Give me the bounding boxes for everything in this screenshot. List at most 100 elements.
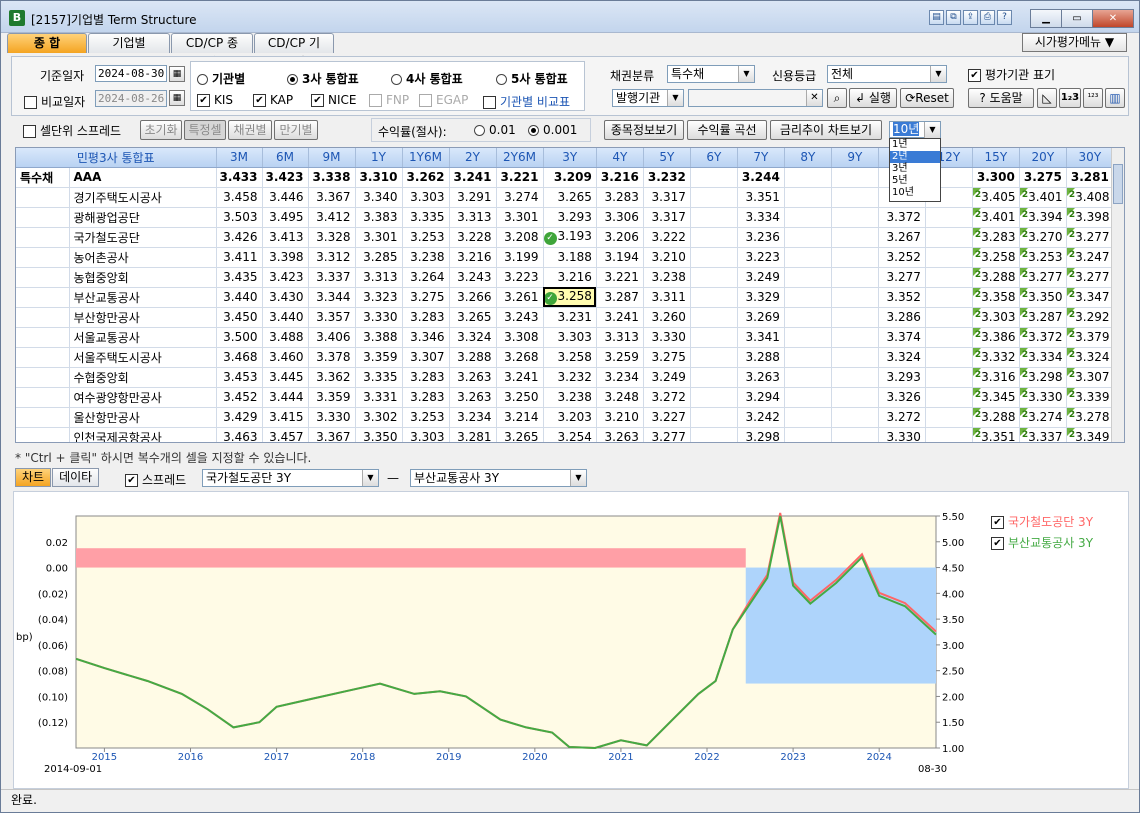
period-option[interactable]: 2년 [890, 151, 940, 163]
grid-cell[interactable]: 3.310 [355, 167, 403, 188]
grid-cell[interactable]: 3.243 [496, 307, 544, 328]
series-b-select[interactable]: 부산교통공사 3Y ▼ [410, 469, 587, 487]
grid-cell[interactable]: 3.221 [496, 167, 544, 188]
grid-cell[interactable]: 3.294 [737, 387, 785, 408]
grid-cell[interactable] [831, 247, 879, 268]
grid-cell[interactable]: 3.283 [596, 187, 644, 208]
tab-cdcp-summary[interactable]: CD/CP 종합 [171, 33, 253, 69]
grid-cell[interactable] [784, 407, 832, 428]
grid-cell[interactable]: 3.293 [543, 207, 597, 228]
grid-cell[interactable] [925, 227, 973, 248]
grid-cell[interactable]: 3.227 [643, 407, 691, 428]
export-icon[interactable]: ⇪ [963, 10, 978, 25]
grid-cell[interactable]: 3.291 [449, 187, 497, 208]
grid-cell[interactable]: 3.275 [402, 287, 450, 308]
compare-date-input[interactable]: 2024-08-26 [95, 90, 167, 107]
row-issuer-name[interactable]: 부산교통공사 [69, 287, 217, 308]
grid-cell[interactable]: 3.216 [543, 267, 597, 288]
grid-cell[interactable]: 3.259 [596, 347, 644, 368]
calendar-icon[interactable]: ▦ [169, 90, 185, 106]
grid-cell[interactable]: 3.378 [308, 347, 356, 368]
legend-item-b[interactable]: ✔ 부산교통공사 3Y [991, 534, 1093, 551]
cell-spread-check[interactable]: 셀단위 스프레드 [23, 122, 121, 139]
grid-cell[interactable] [690, 167, 738, 188]
yield-curve-button[interactable]: 수익률 곡선 [687, 120, 767, 140]
grid-cell[interactable]: 3.302 [355, 407, 403, 428]
grid-cell[interactable]: 2 3.330 [1019, 387, 1067, 408]
grid-cell[interactable]: 2 3.277 [1066, 227, 1114, 248]
grid-cell[interactable]: 3.223 [496, 267, 544, 288]
grid-header-7y[interactable]: 7Y [737, 148, 785, 168]
grid-cell[interactable]: 3.203 [543, 407, 597, 428]
grid-cell[interactable]: 3.263 [596, 427, 644, 442]
radio-5-agency[interactable]: 5사 통합표 [496, 70, 568, 87]
grid-cell[interactable]: 3.214 [496, 407, 544, 428]
grid-cell[interactable]: 3.313 [449, 207, 497, 228]
row-issuer-name[interactable]: 수협중앙회 [69, 367, 217, 388]
grid-cell[interactable]: 3.285 [355, 247, 403, 268]
chart-type-icon[interactable]: ¹²³ [1083, 88, 1103, 108]
copy-icon[interactable]: ⧉ [946, 10, 961, 25]
grid-cell[interactable]: 3.262 [402, 167, 450, 188]
grid-cell[interactable]: 3.234 [596, 367, 644, 388]
grid-cell[interactable]: 3.263 [449, 367, 497, 388]
grid-cell[interactable] [690, 427, 738, 442]
grid-cell[interactable]: 3.308 [496, 327, 544, 348]
clear-icon[interactable]: ✕ [806, 90, 822, 106]
grid-cell[interactable]: 3.346 [402, 327, 450, 348]
table-row[interactable]: 수협중앙회 3.453 3.445 3.362 3.335 3.283 3.263 3.241… [16, 367, 1114, 388]
grid-cell[interactable] [925, 367, 973, 388]
grid-cell[interactable]: 3.241 [449, 167, 497, 188]
grid-cell[interactable]: 3.341 [737, 327, 785, 348]
table-row[interactable]: 부산교통공사 3.440 3.430 3.344 3.323 3.275 3.266 3.26… [16, 287, 1114, 308]
grid-cell[interactable]: 2 3.350 [1019, 287, 1067, 308]
grid-cell[interactable]: 3.244 [737, 167, 785, 188]
grid-cell[interactable] [690, 227, 738, 248]
base-date-input[interactable]: 2024-08-30 [95, 65, 167, 82]
check-nice[interactable]: ✔ NICE [311, 93, 356, 107]
grid-cell[interactable]: 3.222 [643, 227, 691, 248]
row-issuer-name[interactable]: AAA [69, 167, 217, 188]
grid-cell[interactable]: 3.351 [737, 187, 785, 208]
grid-cell[interactable]: 3.429 [216, 407, 263, 428]
table-row[interactable]: 부산항만공사 3.450 3.440 3.357 3.330 3.283 3.265 3.24… [16, 307, 1114, 328]
grid-cell[interactable]: 2 3.288 [972, 267, 1020, 288]
grid-cell[interactable] [784, 227, 832, 248]
grid-cell[interactable]: 3.306 [596, 207, 644, 228]
grid-cell[interactable]: 3.330 [878, 427, 926, 442]
grid-cell[interactable]: 3.238 [402, 247, 450, 268]
grid-cell[interactable]: 3.307 [402, 347, 450, 368]
grid-cell[interactable]: 3.468 [216, 347, 263, 368]
grid-cell[interactable]: 3.293 [878, 367, 926, 388]
grid-cell[interactable]: 2 3.347 [1066, 287, 1114, 308]
grid-cell[interactable] [690, 247, 738, 268]
grid-header-6m[interactable]: 6M [262, 148, 309, 168]
grid-cell[interactable]: 3.283 [402, 367, 450, 388]
grid-cell[interactable] [831, 287, 879, 308]
table-row[interactable]: 경기주택도시공사 3.458 3.446 3.367 3.340 3.303 3.291 3.… [16, 187, 1114, 208]
grid-cell[interactable] [925, 207, 973, 228]
grid-cell[interactable]: 2 3.401 [1019, 187, 1067, 208]
grid-cell[interactable] [784, 327, 832, 348]
grid-cell[interactable]: 2 3.278 [1066, 407, 1114, 428]
grid-cell[interactable]: 3.258 [543, 347, 597, 368]
grid-cell[interactable]: 3.210 [596, 407, 644, 428]
grid-cell[interactable]: 2 3.288 [972, 407, 1020, 428]
grid-cell[interactable]: 3.277 [643, 427, 691, 442]
grid-cell[interactable]: 3.446 [262, 187, 309, 208]
grid-cell[interactable] [925, 347, 973, 368]
grid-cell[interactable]: 3.275 [643, 347, 691, 368]
grid-cell[interactable]: 2 3.277 [1066, 267, 1114, 288]
grid-cell[interactable]: 3.267 [878, 227, 926, 248]
grid-cell[interactable] [784, 167, 832, 188]
grid-cell[interactable]: 3.335 [402, 207, 450, 228]
grid-cell[interactable] [925, 387, 973, 408]
grid-cell[interactable]: 3.261 [496, 287, 544, 308]
table-row[interactable]: 농협중앙회 3.435 3.423 3.337 3.313 3.264 3.243 3.223… [16, 267, 1114, 288]
grid-cell[interactable]: 3.272 [878, 407, 926, 428]
grid-cell[interactable]: 3.274 [496, 187, 544, 208]
grid-cell[interactable]: 3.275 [1019, 167, 1067, 188]
grid-cell[interactable]: 3.313 [596, 327, 644, 348]
grid-cell[interactable]: 3.324 [878, 347, 926, 368]
item-info-button[interactable]: 종목정보보기 [604, 120, 684, 140]
